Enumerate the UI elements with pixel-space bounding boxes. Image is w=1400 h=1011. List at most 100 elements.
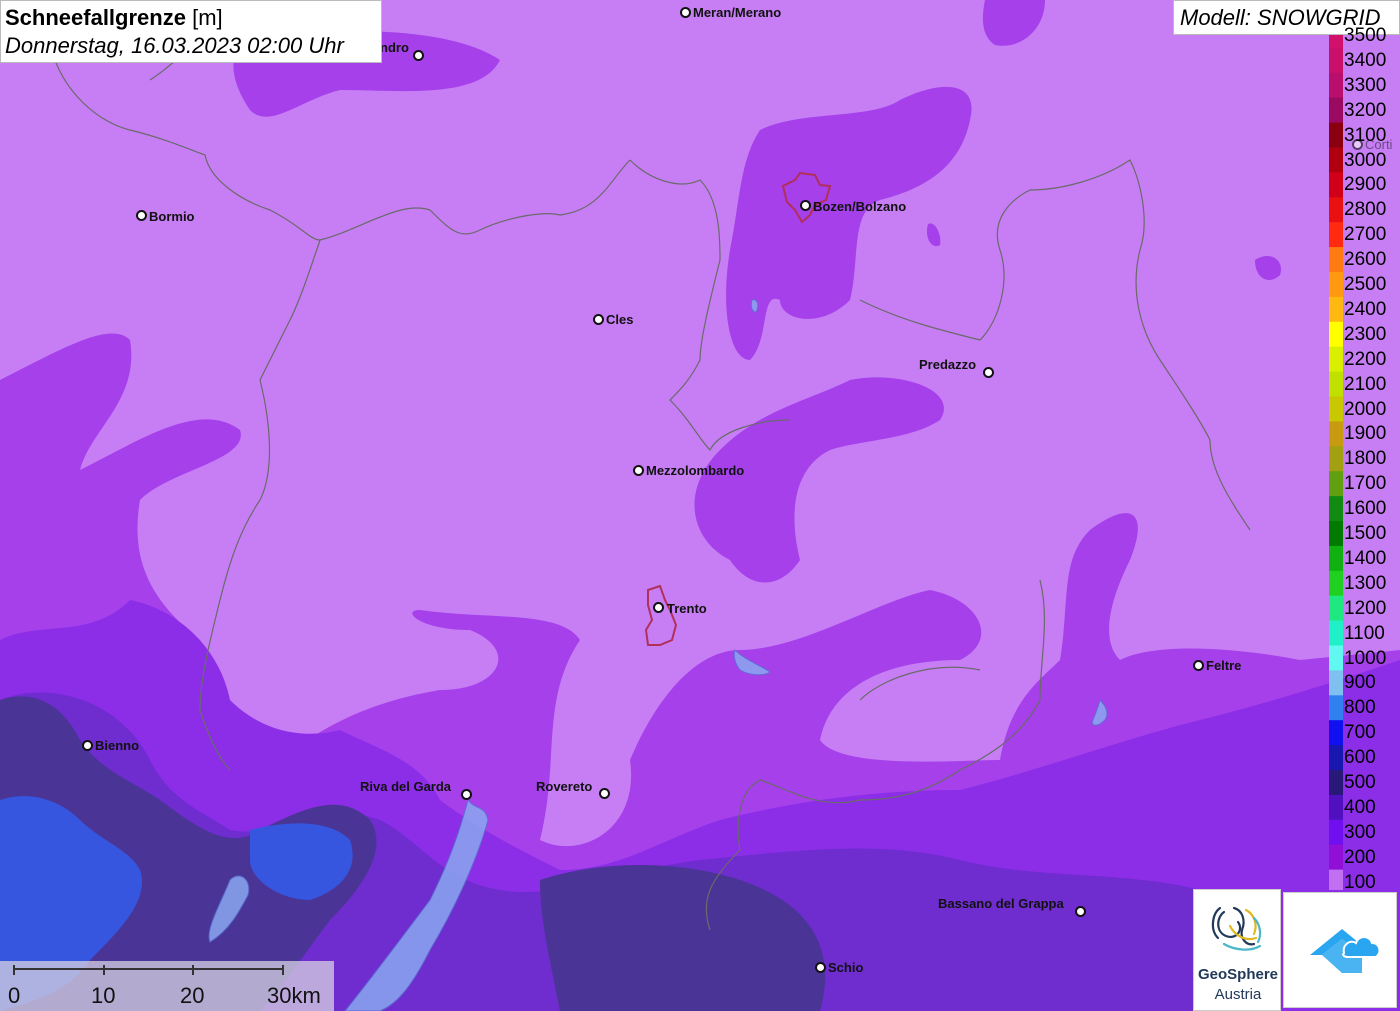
legend-label: 2700 [1344, 224, 1387, 246]
legend-label: 1000 [1344, 647, 1387, 669]
logo-text-geosphere: GeoSphere [1197, 966, 1279, 983]
legend-swatch [1329, 620, 1343, 647]
legend-swatch [1329, 869, 1343, 890]
city-dot-ndro [413, 50, 424, 61]
city-label-bormio: Bormio [149, 209, 195, 224]
legend-swatch [1329, 47, 1343, 74]
city-dot-bozen [800, 200, 811, 211]
city-dot-schio [815, 962, 826, 973]
city-label-ndro: ndro [380, 40, 409, 55]
city-label-bassano: Bassano del Grappa [938, 896, 1064, 911]
city-dot-riva [461, 789, 472, 800]
city-label-mezzolombardo: Mezzolombardo [646, 463, 745, 478]
legend-swatch [1329, 521, 1343, 547]
geosphere-logo[interactable]: GeoSphere Austria [1193, 889, 1281, 1011]
legend-label: 2500 [1344, 274, 1387, 295]
legend-label: 2200 [1344, 348, 1387, 370]
legend-color-bar [1329, 35, 1343, 890]
legend-label: 1300 [1344, 572, 1387, 594]
scale-label-10: 10 [91, 983, 116, 1008]
legend-swatch [1329, 272, 1343, 298]
city-dot-meran [680, 7, 691, 18]
city-dot-bormio [136, 210, 147, 221]
legend-swatch [1329, 471, 1343, 498]
legend-swatch [1329, 720, 1343, 747]
legend-swatch [1329, 247, 1343, 273]
legend-swatch [1329, 446, 1343, 473]
city-label-cles: Cles [606, 312, 634, 327]
legend-swatch [1329, 197, 1343, 224]
legend-label: 900 [1344, 672, 1376, 694]
map-title-panel: Schneefallgrenze [m] Donnerstag, 16.03.2… [0, 0, 382, 63]
legend-label: 2600 [1344, 249, 1387, 271]
city-label-schio: Schio [828, 960, 864, 975]
legend-label: 100 [1344, 871, 1376, 893]
legend-swatch [1329, 770, 1343, 796]
legend-label: 2900 [1344, 174, 1387, 196]
legend-swatch [1329, 496, 1343, 522]
legend-label: 1600 [1344, 498, 1387, 520]
legend-label: 2100 [1344, 373, 1387, 395]
city-label-trento: Trento [667, 601, 707, 616]
legend-label: 400 [1344, 796, 1376, 818]
legend-swatch [1329, 396, 1343, 423]
legend-label: 600 [1344, 747, 1376, 769]
legend-swatch [1329, 321, 1343, 348]
legend-label: 2400 [1344, 298, 1387, 320]
legend-swatch [1329, 296, 1343, 323]
legend-label: 500 [1344, 772, 1376, 793]
legend-label: 3300 [1344, 74, 1387, 96]
legend-swatch [1329, 794, 1343, 821]
legend-swatch [1329, 819, 1343, 846]
city-dot-bienno [82, 740, 93, 751]
legend-label: 2800 [1344, 199, 1387, 221]
legend-swatch [1329, 147, 1343, 174]
city-label-bozen: Bozen/Bolzano [813, 199, 907, 214]
legend-swatch [1329, 222, 1343, 249]
city-dot-bassano [1075, 906, 1086, 917]
city-dot-predazzo [983, 367, 994, 378]
legend-swatch [1329, 72, 1343, 99]
legend-label: 700 [1344, 722, 1376, 744]
scale-label-30km: 30km [267, 983, 321, 1008]
scale-label-20: 20 [180, 983, 205, 1008]
legend-swatch [1329, 670, 1343, 697]
legend-label: 3400 [1344, 49, 1387, 71]
legend-label: 1200 [1344, 597, 1387, 619]
city-label-bienno: Bienno [95, 738, 140, 753]
legend-swatch [1329, 122, 1343, 149]
geosphere-swirl-icon [1211, 906, 1262, 951]
legend-label: 3500 [1344, 25, 1387, 46]
legend-swatch [1329, 645, 1343, 672]
legend-swatch [1329, 570, 1343, 597]
legend-label: 3200 [1344, 99, 1387, 121]
city-dot-mezzolombardo [633, 465, 644, 476]
legend-label: 1100 [1344, 622, 1385, 644]
city-label-predazzo: Predazzo [919, 357, 977, 372]
map-datetime: Donnerstag, 16.03.2023 02:00 Uhr [5, 33, 344, 58]
legend-swatch [1329, 545, 1343, 572]
legend-swatch [1329, 346, 1343, 373]
snowline-map[interactable] [0, 0, 1400, 1011]
city-dot-cles [593, 314, 604, 325]
legend-label: 200 [1344, 846, 1376, 868]
legend-label: 2000 [1344, 398, 1387, 420]
legend-swatch [1329, 745, 1343, 771]
legend-label: 2300 [1344, 323, 1387, 345]
legend-label: 1700 [1344, 473, 1387, 495]
legend-swatch [1329, 695, 1343, 722]
scale-bar: 0 10 20 30km [0, 961, 334, 1011]
city-label-feltre: Feltre [1206, 658, 1242, 673]
legend-label: 3100 [1344, 124, 1387, 146]
map-title-main: Schneefallgrenze [5, 5, 186, 30]
legend-label: 1900 [1344, 423, 1387, 445]
weather-app-logo[interactable] [1283, 892, 1397, 1008]
city-dot-feltre [1193, 660, 1204, 671]
legend-label: 3000 [1344, 149, 1387, 171]
city-dot-rovereto [599, 788, 610, 799]
house-cloud-icon [1310, 929, 1381, 973]
map-title: Schneefallgrenze [m] [5, 5, 223, 31]
legend-swatch [1329, 844, 1343, 871]
city-label-riva: Riva del Garda [360, 779, 452, 794]
color-legend: 3500 3400 3300 3200 3100 3000 2900 2800 2700 2600… [1329, 25, 1400, 893]
